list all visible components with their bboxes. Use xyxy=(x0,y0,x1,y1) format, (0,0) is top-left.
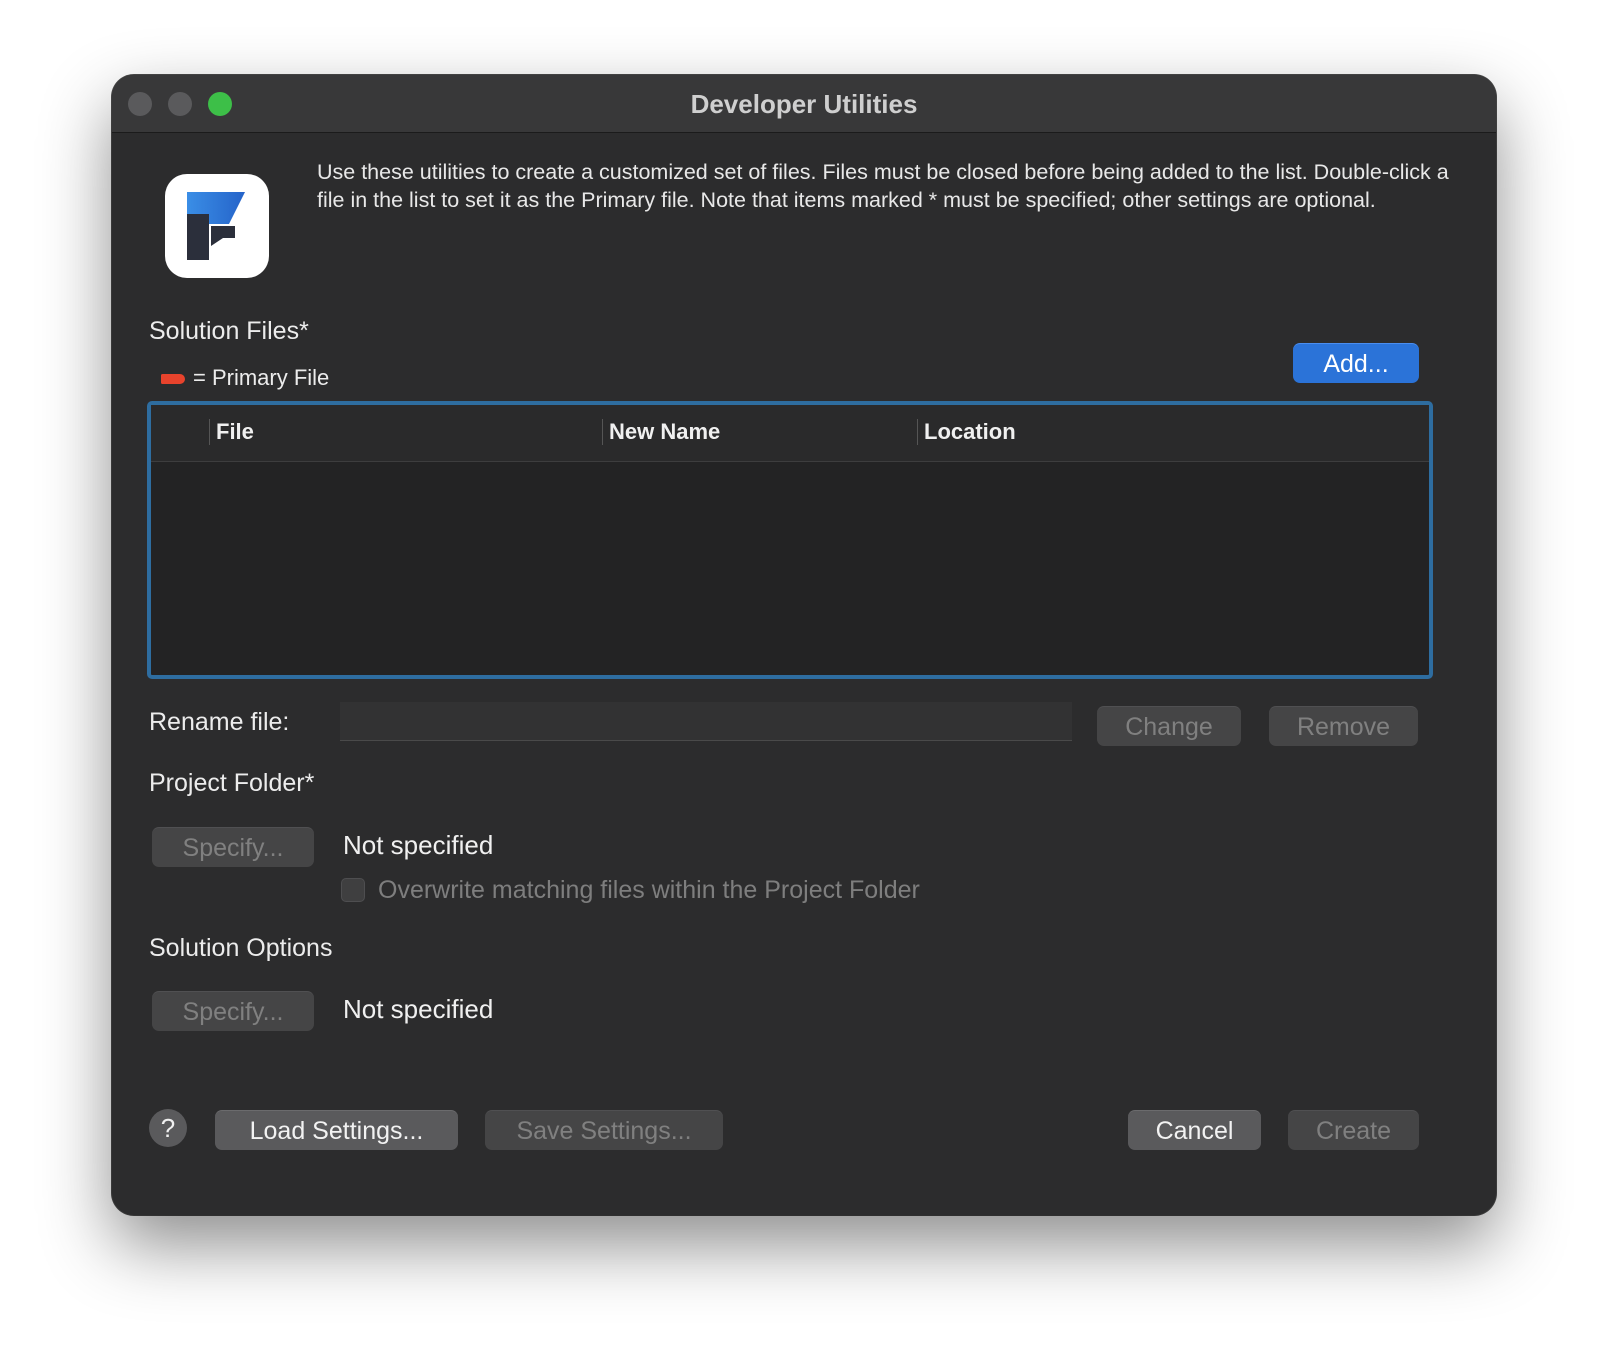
developer-utilities-dialog: Developer Utilities Use these utilities … xyxy=(112,75,1496,1215)
solution-options-specify-button[interactable]: Specify... xyxy=(152,991,314,1031)
project-folder-status: Not specified xyxy=(343,830,494,860)
save-settings-button[interactable]: Save Settings... xyxy=(485,1110,723,1150)
load-settings-button[interactable]: Load Settings... xyxy=(215,1110,458,1150)
primary-file-legend: = Primary File xyxy=(161,365,329,391)
filemaker-logo-icon xyxy=(187,192,245,260)
solution-options-label: Solution Options xyxy=(149,934,333,962)
column-header-new-name[interactable]: New Name xyxy=(602,419,720,445)
rename-file-label: Rename file: xyxy=(149,708,290,736)
overwrite-checkbox-label: Overwrite matching files within the Proj… xyxy=(378,876,920,904)
filemaker-app-icon xyxy=(165,174,269,278)
add-file-button[interactable]: Add... xyxy=(1293,343,1419,383)
solution-files-label: Solution Files* xyxy=(149,317,309,345)
overwrite-checkbox[interactable] xyxy=(341,878,365,902)
window-title: Developer Utilities xyxy=(690,89,918,119)
help-button[interactable]: ? xyxy=(149,1109,187,1147)
project-folder-specify-button[interactable]: Specify... xyxy=(152,827,314,867)
create-button[interactable]: Create xyxy=(1288,1110,1419,1150)
primary-file-marker-icon xyxy=(161,374,185,385)
primary-file-legend-text: = Primary File xyxy=(193,365,330,390)
remove-button[interactable]: Remove xyxy=(1269,706,1418,746)
column-header-location[interactable]: Location xyxy=(917,419,1016,445)
solution-files-table[interactable]: File New Name Location xyxy=(147,401,1433,679)
rename-file-input[interactable] xyxy=(340,702,1072,741)
column-header-file[interactable]: File xyxy=(209,419,254,445)
cancel-button[interactable]: Cancel xyxy=(1128,1110,1261,1150)
project-folder-label: Project Folder* xyxy=(149,769,315,797)
intro-text: Use these utilities to create a customiz… xyxy=(317,160,1449,212)
table-header: File New Name Location xyxy=(151,405,1429,462)
change-button[interactable]: Change xyxy=(1097,706,1241,746)
title-bar: Developer Utilities xyxy=(112,75,1496,133)
solution-options-status: Not specified xyxy=(343,994,494,1024)
